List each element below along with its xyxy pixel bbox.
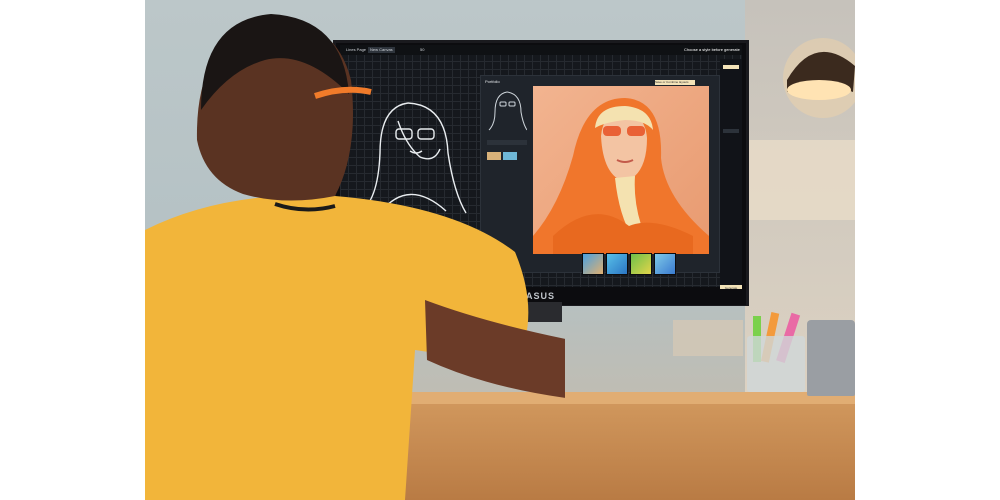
thumbnail[interactable]: [630, 253, 652, 275]
thumbnail[interactable]: [582, 253, 604, 275]
photo-scene: Lines Page New Canvas 50 Choose a style …: [145, 0, 855, 500]
cup: [747, 336, 805, 392]
shelf: [749, 140, 855, 220]
style-heading: Choose a style before generate: [684, 47, 740, 52]
sunglasses-right: [627, 126, 645, 136]
style-option[interactable]: [723, 129, 739, 133]
save-button[interactable]: Save or Combine layouts: [655, 80, 695, 85]
storage-box: [673, 320, 743, 356]
thumbnail[interactable]: [606, 253, 628, 275]
mug: [807, 320, 855, 396]
person: [145, 14, 565, 500]
lamp-light: [787, 80, 851, 100]
thumbnail[interactable]: [654, 253, 676, 275]
style-sidebar: Generate: [720, 59, 742, 291]
variation-thumbnails: [582, 253, 678, 275]
desk-lamp: [783, 38, 855, 118]
pen-holder: [747, 312, 805, 392]
style-option[interactable]: [723, 65, 739, 69]
sunglasses-left: [603, 126, 621, 136]
